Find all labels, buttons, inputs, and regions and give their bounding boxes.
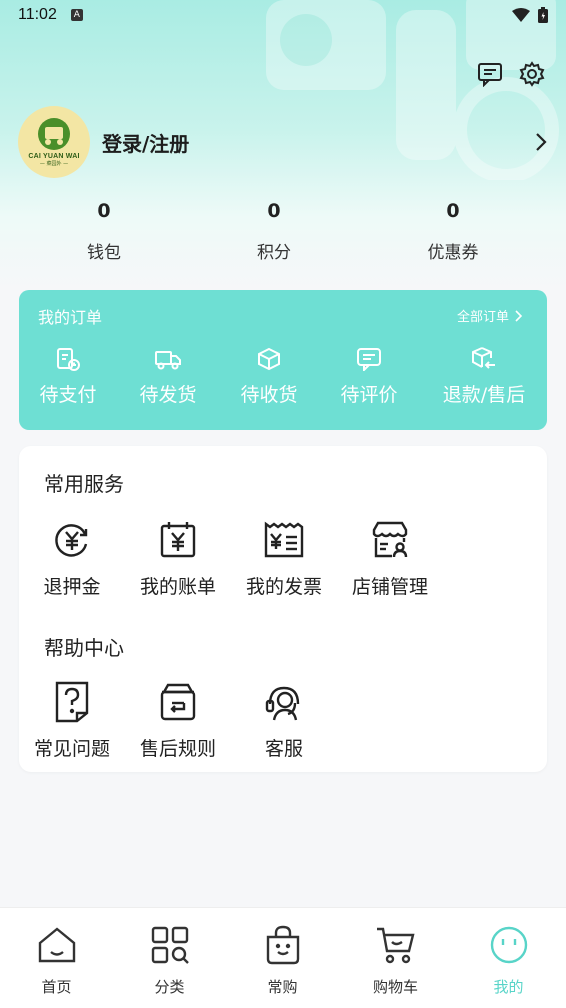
help-label: 售后规则: [139, 738, 216, 760]
order-label: 退款/售后: [442, 384, 526, 406]
battery-icon: [538, 7, 548, 23]
comment-icon: [357, 348, 381, 371]
return-box-icon: [472, 347, 495, 369]
headset-icon: [265, 686, 300, 721]
return-rule-icon: [160, 683, 196, 721]
cart-icon: [376, 927, 415, 964]
yen-refund-icon: [55, 524, 88, 557]
message-icon[interactable]: [476, 60, 504, 88]
order-refund-aftersale[interactable]: 退款/售后: [439, 346, 529, 407]
avatar-sub-text: — 菜园外 —: [39, 161, 69, 167]
service-refund-deposit[interactable]: 退押金: [19, 520, 125, 599]
order-label: 待评价: [340, 384, 398, 406]
chevron-right-icon[interactable]: [534, 132, 548, 152]
help-faq[interactable]: 常见问题: [19, 681, 125, 761]
service-label: 店铺管理: [351, 576, 428, 598]
tab-cart[interactable]: 购物车: [339, 924, 452, 997]
tab-category[interactable]: 分类: [113, 924, 226, 997]
tab-label: 常购: [267, 978, 298, 996]
tab-frequent[interactable]: 常购: [226, 924, 339, 997]
account-stats: 0 钱包 0 积分 0 优惠券: [0, 200, 566, 272]
home-icon: [38, 927, 75, 963]
all-orders-label: 全部订单: [456, 310, 509, 325]
stat-value: 0: [97, 200, 111, 222]
help-label: 客服: [264, 738, 303, 760]
stat-value: 0: [267, 200, 281, 222]
service-label: 我的账单: [139, 576, 216, 598]
calendar-yen-icon: [160, 522, 196, 558]
header-actions: [476, 60, 546, 88]
box-icon: [258, 347, 280, 371]
my-orders-card: 我的订单 全部订单 待支付 待发货 待收货 待评价 退款/售后: [19, 290, 547, 430]
service-label: 我的发票: [245, 576, 322, 598]
service-my-invoices[interactable]: 我的发票: [231, 520, 337, 599]
order-pending-shipment[interactable]: 待发货: [123, 346, 213, 407]
order-label: 待发货: [139, 384, 197, 406]
notification-icon: A: [70, 9, 83, 21]
stat-label: 积分: [257, 243, 291, 263]
service-label: 退押金: [43, 576, 101, 598]
truck-icon: [155, 351, 181, 370]
invoice-icon: [264, 521, 304, 558]
stat-value: 0: [446, 200, 460, 222]
profile-row[interactable]: CAI YUAN WAI — 菜园外 — 登录/注册: [18, 106, 548, 178]
service-store-management[interactable]: 店铺管理: [337, 520, 443, 599]
help-center-title: 帮助中心: [44, 636, 124, 660]
chevron-right-icon: [515, 309, 523, 322]
order-label: 待收货: [240, 384, 298, 406]
all-orders-link[interactable]: 全部订单: [457, 306, 523, 325]
tab-home[interactable]: 首页: [0, 924, 113, 997]
help-label: 常见问题: [33, 738, 110, 760]
clipboard-clock-icon: [57, 348, 80, 371]
settings-icon[interactable]: [518, 60, 546, 88]
status-bar: 11:02 A: [0, 0, 566, 30]
stat-coupons[interactable]: 0 优惠券: [393, 200, 513, 263]
category-icon: [151, 926, 189, 964]
orders-title: 我的订单: [38, 308, 103, 327]
bottom-tab-bar: 首页 分类 常购 购物车 我的: [0, 907, 566, 1008]
order-pending-review[interactable]: 待评价: [324, 346, 414, 407]
wifi-icon: [512, 8, 530, 22]
tab-label: 购物车: [372, 978, 418, 996]
shopping-bag-icon: [266, 925, 299, 965]
store-user-icon: [372, 521, 408, 558]
common-services-title: 常用服务: [44, 472, 124, 496]
tab-mine[interactable]: 我的: [452, 924, 565, 997]
order-pending-receipt[interactable]: 待收货: [224, 346, 314, 407]
stat-label: 优惠券: [427, 243, 479, 263]
help-customer-service[interactable]: 客服: [231, 682, 337, 761]
question-doc-icon: [55, 681, 89, 723]
tab-label: 分类: [154, 978, 185, 996]
tab-label: 首页: [41, 978, 72, 996]
tab-label: 我的: [493, 978, 524, 996]
avatar[interactable]: CAI YUAN WAI — 菜园外 —: [18, 106, 90, 178]
profile-face-icon: [490, 926, 527, 964]
services-card: 常用服务 退押金 我的账单 我的发票 店铺管理 帮助中心 常见问题 售后规则 客…: [19, 446, 547, 772]
order-label: 待支付: [39, 384, 97, 406]
stat-label: 钱包: [87, 243, 121, 263]
stat-wallet[interactable]: 0 钱包: [44, 200, 164, 263]
service-my-bills[interactable]: 我的账单: [125, 520, 231, 599]
avatar-logo-text: CAI YUAN WAI: [28, 153, 80, 160]
help-aftersale-rules[interactable]: 售后规则: [125, 682, 231, 761]
status-time: 11:02: [18, 6, 57, 23]
stat-points[interactable]: 0 积分: [214, 200, 334, 263]
order-pending-payment[interactable]: 待支付: [23, 346, 113, 407]
store-logo-icon: [38, 118, 70, 150]
login-register-link[interactable]: 登录/注册: [102, 128, 189, 157]
